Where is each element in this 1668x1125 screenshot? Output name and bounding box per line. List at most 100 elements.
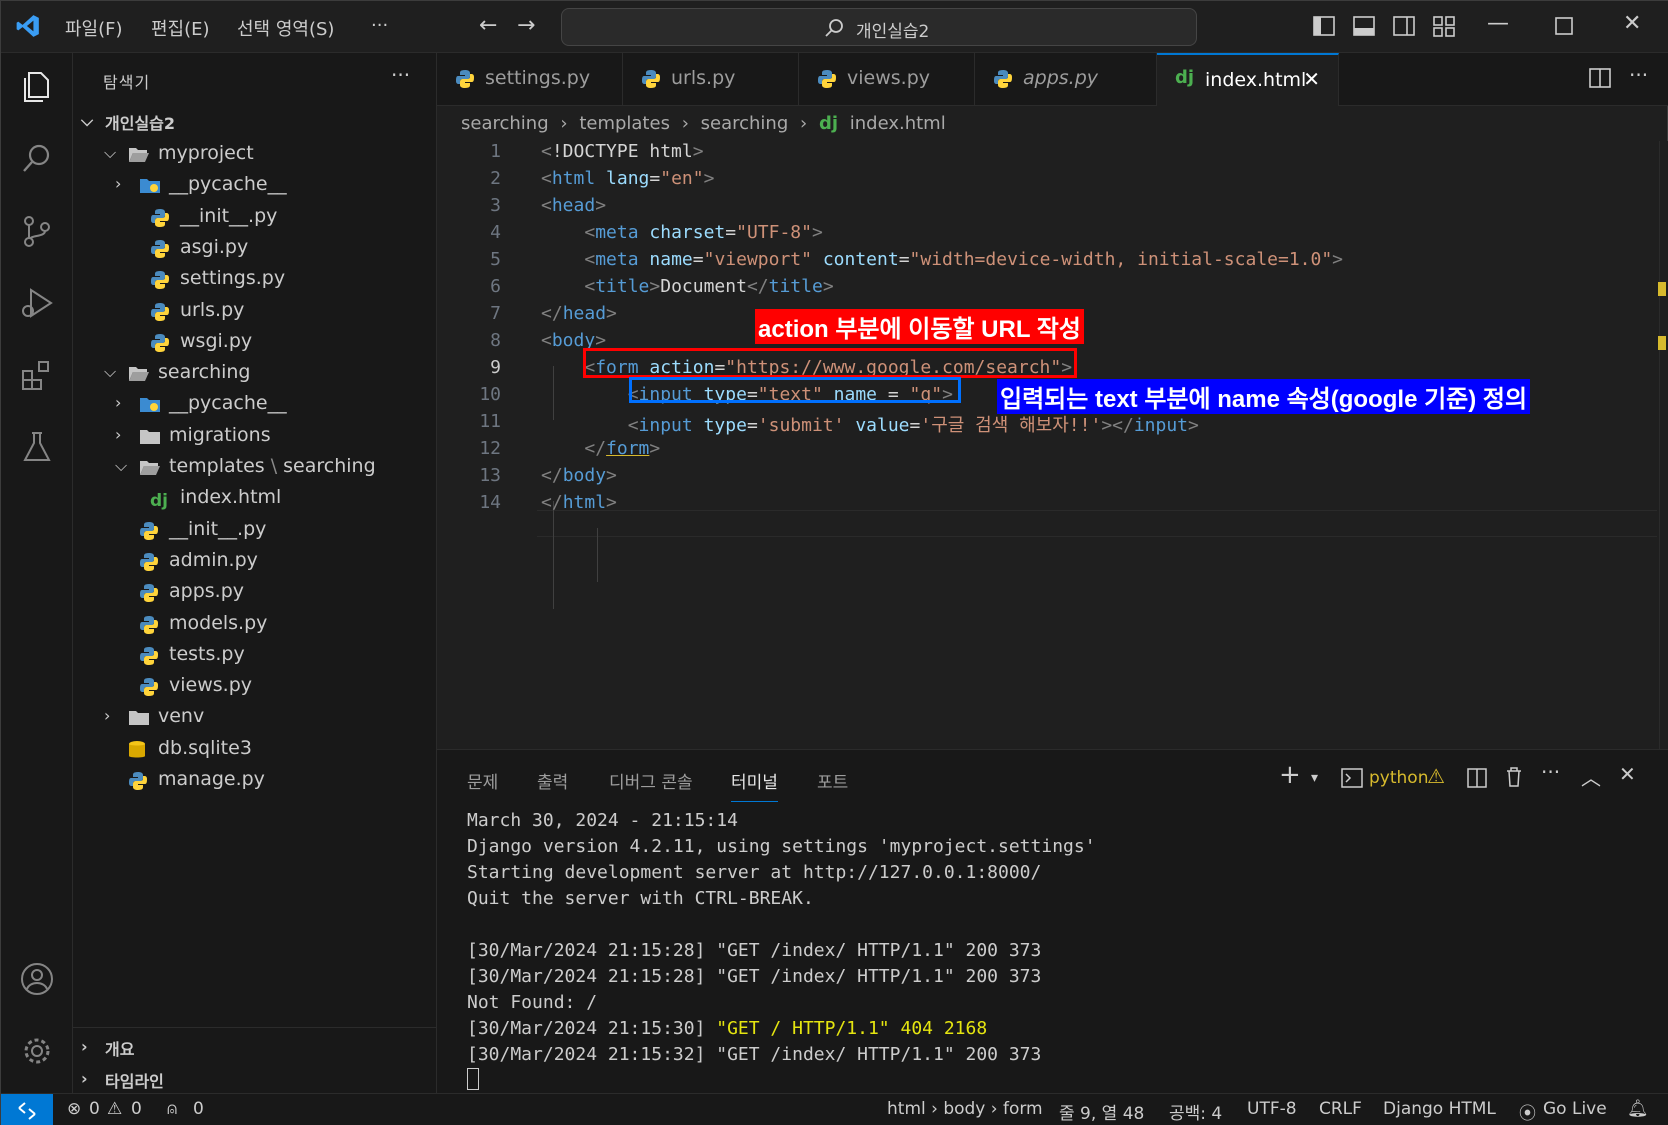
menu-edit[interactable]: 편집(E) — [151, 15, 210, 41]
annotation-red-box — [583, 348, 1077, 378]
python-icon — [128, 771, 150, 793]
chevron-down-icon[interactable]: ▾ — [1311, 770, 1318, 786]
breadcrumb-item[interactable]: searching — [701, 113, 789, 134]
tree-item[interactable]: dj index.html — [73, 483, 437, 515]
toggle-secondary-sidebar-icon[interactable] — [1393, 15, 1415, 37]
breadcrumb-item[interactable]: searching — [461, 113, 549, 134]
panel-tab-ports[interactable]: 포트 — [817, 768, 848, 793]
tree-item[interactable]: › venv — [73, 702, 437, 734]
tree-item[interactable]: apps.py — [73, 577, 437, 609]
panel-tab-output[interactable]: 출력 — [537, 768, 568, 793]
tree-item[interactable]: db.sqlite3 — [73, 734, 437, 766]
tab-apps-py[interactable]: apps.py — [975, 53, 1157, 106]
explorer-more-icon[interactable]: ··· — [391, 63, 410, 87]
tree-item[interactable]: ⌵ templates \ searching — [73, 452, 437, 484]
testing-flask-icon[interactable] — [19, 429, 55, 465]
search-icon[interactable] — [19, 141, 55, 177]
tree-item-label: db.sqlite3 — [158, 736, 252, 759]
toggle-primary-sidebar-icon[interactable] — [1313, 15, 1335, 37]
settings-gear-icon[interactable] — [19, 1033, 55, 1069]
menu-more[interactable]: ··· — [371, 15, 388, 36]
warning-icon[interactable]: ⚠ — [107, 1099, 122, 1119]
run-debug-icon[interactable] — [19, 285, 55, 321]
code-line: <html lang="en"> — [541, 168, 715, 189]
forward-arrow-icon[interactable]: → — [517, 13, 535, 38]
language-mode[interactable]: Django HTML — [1383, 1099, 1496, 1119]
editor-scrollbar[interactable] — [1659, 141, 1668, 749]
split-editor-icon[interactable] — [1589, 67, 1611, 89]
panel-tab-problems[interactable]: 문제 — [467, 768, 498, 793]
breadcrumb-item[interactable]: templates — [579, 113, 670, 134]
close-tab-icon[interactable]: ✕ — [1303, 67, 1320, 91]
breadcrumb-file[interactable]: index.html — [850, 113, 946, 134]
error-icon[interactable]: ⊗ — [67, 1099, 81, 1119]
tree-item[interactable]: asgi.py — [73, 233, 437, 265]
folder-icon — [128, 708, 150, 730]
tree-item[interactable]: urls.py — [73, 296, 437, 328]
status-path[interactable]: html › body › form — [887, 1099, 1043, 1119]
panel-more-icon[interactable]: ··· — [1541, 760, 1560, 784]
tree-item[interactable]: settings.py — [73, 264, 437, 296]
menu-selection[interactable]: 선택 영역(S) — [237, 15, 334, 41]
tree-item[interactable]: tests.py — [73, 640, 437, 672]
line-number: 13 — [479, 465, 501, 486]
remote-indicator[interactable] — [1, 1094, 53, 1125]
minimize-icon[interactable]: — — [1487, 11, 1509, 36]
toggle-panel-icon[interactable] — [1353, 15, 1375, 37]
close-panel-icon[interactable]: ✕ — [1619, 762, 1636, 786]
panel-tab-terminal[interactable]: 터미널 — [731, 768, 778, 802]
go-live-button[interactable]: Go Live — [1543, 1099, 1607, 1119]
customize-layout-icon[interactable] — [1433, 15, 1455, 37]
tree-item[interactable]: __init__.py — [73, 515, 437, 547]
editor-more-icon[interactable]: ··· — [1629, 63, 1648, 87]
error-count[interactable]: 0 — [89, 1099, 100, 1119]
warning-count[interactable]: 0 — [131, 1099, 142, 1119]
code-editor[interactable]: 1 2 3 4 5 6 7 8 9 10 11 12 13 14 <!DOCTYPE html> <htm… — [437, 141, 1668, 749]
tree-item[interactable]: › __pycache__ — [73, 170, 437, 202]
explorer-icon[interactable] — [19, 69, 55, 105]
ports-count[interactable]: 0 — [193, 1099, 204, 1119]
tab-index-html[interactable]: dj index.html ✕ — [1157, 53, 1339, 106]
folder-open-icon — [128, 364, 150, 386]
extensions-icon[interactable] — [19, 357, 55, 393]
notifications-bell-icon[interactable]: 🔔︎ — [1627, 1099, 1649, 1119]
cursor-position[interactable]: 줄 9, 열 48 — [1059, 1099, 1144, 1124]
tree-item[interactable]: models.py — [73, 609, 437, 641]
tab-urls-py[interactable]: urls.py — [623, 53, 799, 106]
command-center-search[interactable]: 개인실습2 — [561, 8, 1197, 46]
tree-item[interactable]: ⌵ searching — [73, 358, 437, 390]
python-icon — [139, 583, 161, 605]
tree-item[interactable]: wsgi.py — [73, 327, 437, 359]
terminal-name[interactable]: python — [1369, 768, 1428, 788]
back-arrow-icon[interactable]: ← — [479, 13, 497, 38]
go-live-icon[interactable]: ⦿ — [1519, 1099, 1536, 1124]
tree-item[interactable]: › migrations — [73, 421, 437, 453]
vscode-logo-icon — [16, 15, 39, 37]
trash-icon[interactable] — [1505, 766, 1523, 788]
maximize-panel-icon[interactable]: ︿ — [1581, 762, 1601, 791]
encoding[interactable]: UTF-8 — [1247, 1099, 1297, 1119]
maximize-icon[interactable] — [1555, 17, 1573, 35]
workspace-root[interactable]: ⌵ 개인실습2 — [81, 107, 437, 139]
split-terminal-icon[interactable] — [1467, 768, 1487, 788]
panel-tab-debug-console[interactable]: 디버그 콘솔 — [609, 768, 693, 793]
tab-settings-py[interactable]: settings.py — [437, 53, 623, 106]
close-window-icon[interactable]: ✕ — [1623, 11, 1641, 36]
source-control-icon[interactable] — [19, 213, 55, 249]
tree-item[interactable]: › __pycache__ — [73, 389, 437, 421]
tree-item-label: urls.py — [180, 298, 245, 321]
indentation[interactable]: 공백: 4 — [1169, 1099, 1222, 1124]
tree-item[interactable]: manage.py — [73, 765, 437, 797]
menu-file[interactable]: 파일(F) — [65, 15, 123, 41]
tree-item[interactable]: __init__.py — [73, 202, 437, 234]
tab-views-py[interactable]: views.py — [799, 53, 975, 106]
new-terminal-plus-icon[interactable]: + — [1279, 760, 1301, 790]
ports-icon[interactable]: ⍝ — [167, 1099, 177, 1119]
tree-item[interactable]: views.py — [73, 671, 437, 703]
tree-item[interactable]: ⌵ myproject — [73, 139, 437, 171]
accounts-icon[interactable] — [19, 961, 55, 997]
python-icon — [150, 302, 172, 324]
outline-section[interactable]: › 개요 — [81, 1033, 437, 1065]
end-of-line[interactable]: CRLF — [1319, 1099, 1362, 1119]
tree-item[interactable]: admin.py — [73, 546, 437, 578]
